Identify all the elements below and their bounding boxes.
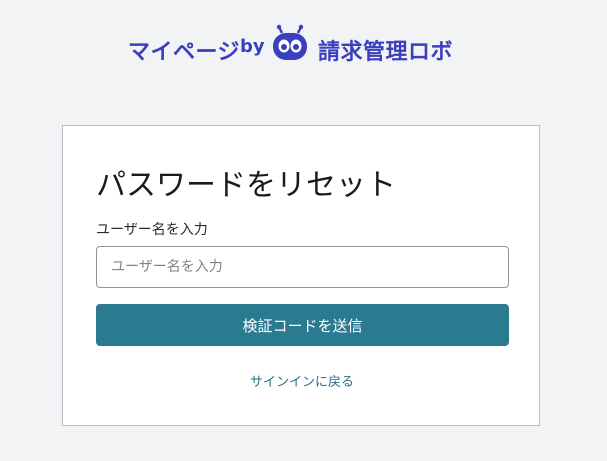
reset-password-card: パスワードをリセット ユーザー名を入力 検証コードを送信 サインインに戻る <box>62 125 540 426</box>
app-header: マイページ by 請求管理ロボ <box>0 22 607 74</box>
brand-name: 請求管理ロボ <box>318 40 454 65</box>
robot-logo-icon <box>273 24 307 60</box>
brand-by: by <box>240 36 265 57</box>
back-to-sign-in-link[interactable]: サインインに戻る <box>63 371 541 390</box>
brand-prefix: マイページ <box>128 40 241 65</box>
username-input[interactable] <box>96 246 509 288</box>
page-title: パスワードをリセット <box>96 168 396 203</box>
send-verification-code-button[interactable]: 検証コードを送信 <box>96 304 509 346</box>
username-label: ユーザー名を入力 <box>96 222 208 238</box>
